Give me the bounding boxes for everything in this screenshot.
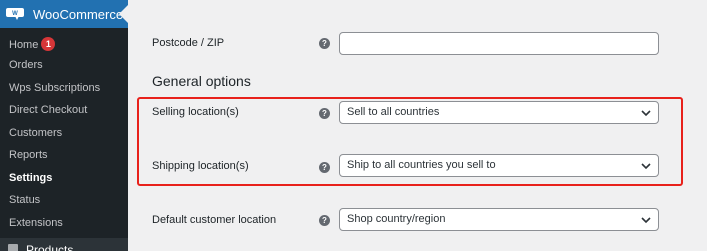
sidebar-item-reports[interactable]: Reports <box>9 149 48 161</box>
sidebar-item-status[interactable]: Status <box>9 194 40 206</box>
sidebar-item-woocommerce[interactable]: W WooCommerce <box>0 0 128 28</box>
sidebar-item-label: Reports <box>9 149 48 161</box>
default-location-select[interactable]: Shop country/region <box>339 208 659 231</box>
chevron-down-icon <box>641 217 651 224</box>
help-icon[interactable]: ? <box>319 38 330 49</box>
svg-text:W: W <box>12 11 18 17</box>
products-icon <box>8 244 18 251</box>
sidebar-item-direct-checkout[interactable]: Direct Checkout <box>9 104 87 116</box>
postcode-label: Postcode / ZIP <box>152 37 225 49</box>
default-location-label: Default customer location <box>152 214 277 226</box>
select-value: Shop country/region <box>347 213 446 225</box>
woocommerce-icon: W <box>6 7 24 21</box>
admin-sidebar: W WooCommerce Home 1 Orders Wps Subscript… <box>0 0 128 251</box>
section-title: General options <box>152 73 251 89</box>
current-menu-arrow <box>119 5 128 23</box>
sidebar-item-customers[interactable]: Customers <box>9 127 62 139</box>
help-icon[interactable]: ? <box>319 215 330 226</box>
sidebar-item-label: Settings <box>9 172 53 184</box>
sidebar-item-label: Customers <box>9 127 63 139</box>
sidebar-item-label: Status <box>9 194 41 206</box>
sidebar-item-orders[interactable]: Orders <box>9 59 43 71</box>
sidebar-item-label: Home <box>9 39 39 51</box>
sidebar-title: WooCommerce <box>33 6 124 22</box>
annotation-highlight-box <box>137 97 683 186</box>
sidebar-item-products[interactable]: Products <box>0 238 128 251</box>
sidebar-item-home[interactable]: Home 1 <box>9 37 56 51</box>
sidebar-item-label: Products <box>26 243 74 251</box>
settings-form: Postcode / ZIP ? General options Selling… <box>128 0 707 251</box>
sidebar-item-label: Extensions <box>9 217 63 229</box>
sidebar-item-label: Orders <box>9 59 43 71</box>
sidebar-item-extensions[interactable]: Extensions <box>9 217 63 229</box>
notification-badge: 1 <box>41 37 56 51</box>
sidebar-item-label: Direct Checkout <box>9 104 88 116</box>
sidebar-item-label: Wps Subscriptions <box>9 82 101 94</box>
sidebar-item-wps-subscriptions[interactable]: Wps Subscriptions <box>9 82 100 94</box>
postcode-input[interactable] <box>339 32 659 55</box>
sidebar-item-settings[interactable]: Settings <box>9 172 52 184</box>
